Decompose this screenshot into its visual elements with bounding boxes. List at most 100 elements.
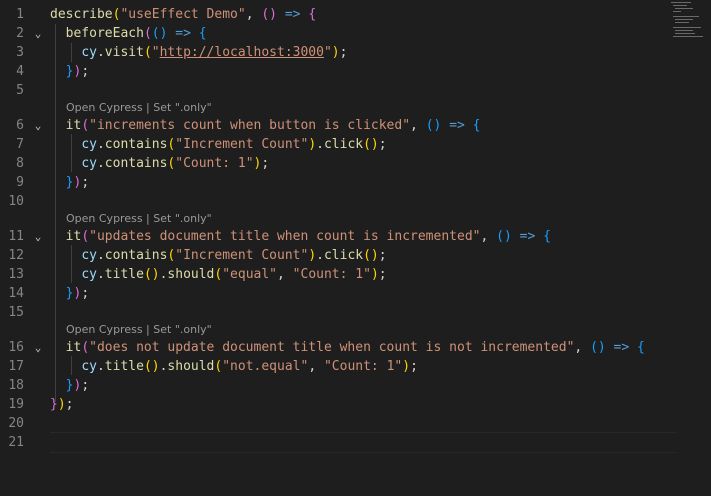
code-line[interactable]: [50, 414, 671, 433]
line-number: 5: [16, 83, 24, 98]
token: "Increment Count": [175, 248, 309, 263]
token: .: [96, 359, 105, 374]
token: .: [96, 137, 105, 152]
token: .: [96, 156, 105, 171]
token: click: [323, 137, 364, 152]
code-editor[interactable]: 1 2 3 4 5 6 7 8 9 10 11 12 13 14 15 16 1…: [0, 0, 711, 496]
codelens: Open Cypress | Set ".only": [66, 211, 212, 227]
token: (: [81, 229, 90, 244]
token: =>: [284, 7, 301, 22]
set-only-link[interactable]: Set ".only": [153, 323, 211, 336]
token: ,: [410, 118, 426, 133]
token: ,: [308, 359, 324, 374]
code-line[interactable]: [50, 192, 671, 211]
token: "not.equal": [222, 359, 309, 374]
fold-chevron-icon[interactable]: ⌄: [33, 116, 43, 135]
code-line[interactable]: it("updates document title when count is…: [50, 227, 671, 246]
code-line[interactable]: cy.contains("Increment Count").click();: [50, 135, 671, 154]
token: ,: [574, 340, 591, 355]
open-cypress-link[interactable]: Open Cypress: [66, 101, 143, 114]
codelens: Open Cypress | Set ".only": [66, 100, 212, 116]
token: "updates document title when count is in…: [89, 229, 481, 244]
token: (): [363, 137, 379, 152]
line-number: 13: [8, 267, 24, 282]
token: click: [323, 248, 364, 263]
token: =>: [175, 26, 191, 41]
line-number: 14: [8, 286, 24, 301]
code-line[interactable]: cy.contains("Count: 1");: [50, 154, 671, 173]
fold-chevron-icon[interactable]: ⌄: [33, 24, 43, 43]
token: (: [143, 45, 152, 60]
code-line[interactable]: cy.contains("Increment Count").click();: [50, 246, 671, 265]
token: cy: [81, 137, 97, 152]
token: ,: [245, 7, 262, 22]
token: (): [143, 359, 160, 374]
minimap[interactable]: [671, 0, 705, 40]
token: {: [198, 26, 207, 41]
code-line[interactable]: });: [50, 62, 671, 81]
code-line[interactable]: cy.visit("http://localhost:3000");: [50, 43, 671, 62]
code-line[interactable]: describe("useEffect Demo", () => {: [50, 5, 671, 24]
token: .: [316, 137, 324, 152]
token: =>: [519, 229, 536, 244]
token: ,: [480, 229, 497, 244]
set-only-link[interactable]: Set ".only": [153, 101, 211, 114]
token: (: [143, 26, 152, 41]
code-line[interactable]: it("does not update document title when …: [50, 338, 671, 357]
token: .: [316, 248, 324, 263]
line-number: 6: [16, 118, 24, 133]
url-link[interactable]: http://localhost:3000: [160, 45, 324, 60]
token: =>: [613, 340, 630, 355]
token: ): [308, 137, 317, 152]
token: ;: [410, 359, 418, 374]
open-cypress-link[interactable]: Open Cypress: [66, 323, 143, 336]
token: "useEffect Demo": [120, 7, 246, 22]
fold-chevron-icon[interactable]: ⌄: [33, 338, 43, 357]
open-cypress-link[interactable]: Open Cypress: [66, 212, 143, 225]
code-line[interactable]: cy.title().should("equal", "Count: 1");: [50, 265, 671, 284]
token: "Count: 1": [175, 156, 254, 171]
line-number: 4: [16, 64, 24, 79]
line-number: 2: [16, 26, 24, 41]
token: ": [151, 45, 160, 60]
token: "Count: 1": [323, 359, 403, 374]
code-line[interactable]: [50, 433, 671, 452]
token: it: [65, 229, 82, 244]
code-line[interactable]: });: [50, 395, 671, 414]
token: ): [370, 267, 379, 282]
token: (): [143, 267, 160, 282]
line-number: 19: [8, 397, 24, 412]
code-line[interactable]: });: [50, 376, 671, 395]
fold-chevron-icon[interactable]: ⌄: [33, 227, 43, 246]
code-line[interactable]: [50, 303, 671, 322]
code-line[interactable]: it("increments count when button is clic…: [50, 116, 671, 135]
token: should: [167, 359, 215, 374]
token: ;: [378, 267, 387, 282]
code-line[interactable]: [50, 81, 671, 100]
token: =>: [449, 118, 465, 133]
token: contains: [104, 137, 168, 152]
code-line[interactable]: beforeEach(() => {: [50, 24, 671, 43]
token: describe: [50, 7, 113, 22]
token: (): [261, 7, 277, 22]
token: "Count: 1": [292, 267, 371, 282]
token: visit: [104, 45, 144, 60]
set-only-link[interactable]: Set ".only": [153, 212, 211, 225]
code-line[interactable]: });: [50, 284, 671, 303]
token: it: [65, 340, 82, 355]
token: (): [496, 229, 512, 244]
code-line[interactable]: cy.title().should("not.equal", "Count: 1…: [50, 357, 671, 376]
token: (): [363, 248, 379, 263]
code-line[interactable]: });: [50, 173, 671, 192]
codelens-separator: |: [142, 212, 154, 225]
